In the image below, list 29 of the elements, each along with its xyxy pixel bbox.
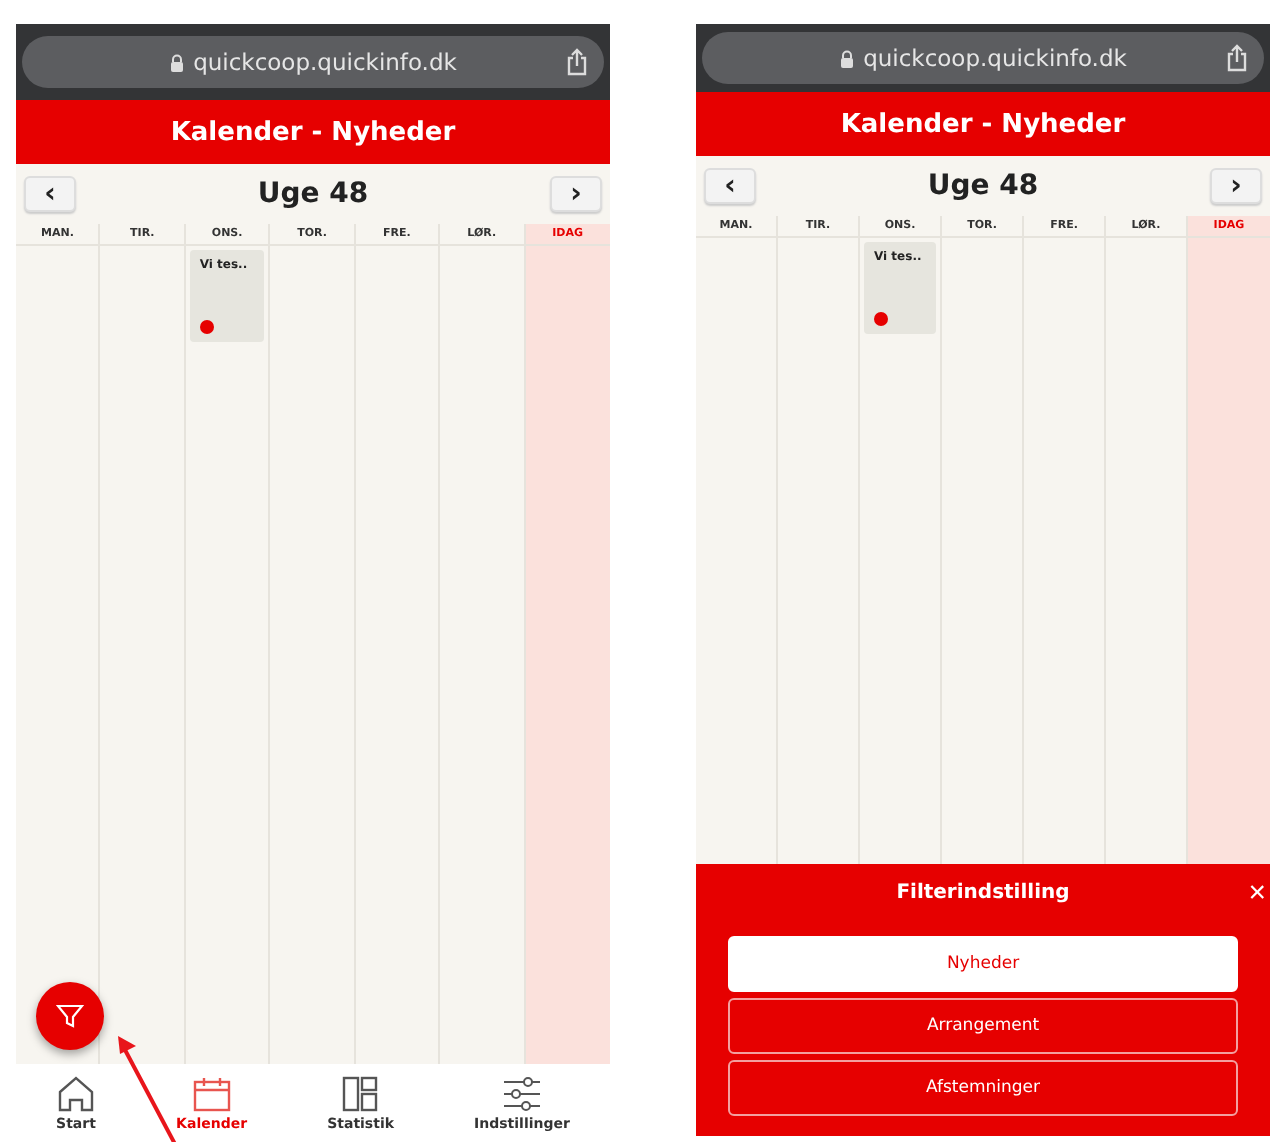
week-title: Uge 48	[927, 170, 1039, 202]
url-text: quickcoop.quickinfo.dk	[193, 48, 457, 76]
week-title: Uge 48	[257, 178, 369, 210]
sliders-icon	[502, 1075, 542, 1111]
previous-week-button[interactable]: ‹	[704, 168, 756, 204]
lock-icon	[169, 53, 184, 71]
share-icon[interactable]	[1226, 44, 1248, 72]
filter-option[interactable]: Nyheder	[728, 936, 1238, 992]
address-bar[interactable]: quickcoop.quickinfo.dk	[702, 32, 1264, 84]
header-title: Kalender - Nyheder	[840, 109, 1126, 139]
filter-option[interactable]: Afstemninger	[728, 1060, 1238, 1116]
previous-week-button[interactable]: ‹	[24, 176, 76, 212]
calendar-icon	[191, 1075, 232, 1111]
next-week-button[interactable]: ›	[1210, 168, 1262, 204]
filter-button[interactable]	[36, 982, 104, 1050]
next-week-button[interactable]: ›	[550, 176, 602, 212]
filter-title: Filterindstilling	[896, 881, 1070, 903]
close-button[interactable]: ×	[1248, 877, 1266, 907]
header-title: Kalender - Nyheder	[170, 117, 456, 147]
url-text: quickcoop.quickinfo.dk	[863, 44, 1127, 72]
filter-option[interactable]: Arrangement	[728, 998, 1238, 1054]
address-bar[interactable]: quickcoop.quickinfo.dk	[22, 36, 604, 88]
share-icon[interactable]	[566, 48, 588, 76]
event-dot-icon	[874, 312, 888, 326]
lock-icon	[839, 49, 854, 67]
house-icon	[56, 1075, 97, 1111]
event-dot-icon	[199, 320, 214, 334]
dashboard-icon	[340, 1075, 381, 1111]
filter-icon	[56, 1002, 84, 1030]
